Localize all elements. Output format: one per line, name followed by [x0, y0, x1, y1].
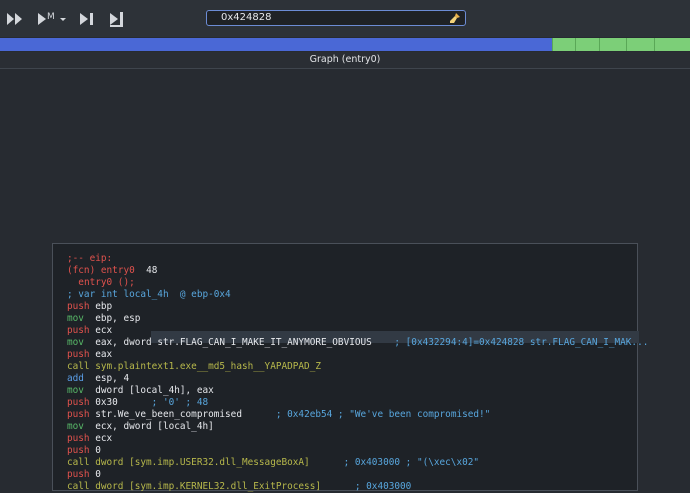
asm-comment: ; [0x432294:4]=0x424828 str.FLAG_CAN_I_M…: [371, 337, 649, 348]
asm-line[interactable]: mov dword [local_4h], eax: [67, 385, 214, 397]
asm-operands: ecx: [89, 433, 113, 444]
asm-line[interactable]: push ebp: [67, 301, 112, 313]
asm-comment: ; 0x403000 ; "(\xec\x02": [309, 457, 480, 468]
step-into-icon[interactable]: M: [37, 9, 67, 29]
asm-mnemonic: mov: [67, 337, 90, 348]
asm-line[interactable]: push ecx: [67, 325, 112, 337]
asm-mnemonic: push: [67, 301, 90, 312]
asm-highlight-operand[interactable]: str.FLAG_CAN_I_MAKE_IT_ANYMORE_OBVIOUS: [152, 337, 371, 348]
asm-mnemonic: add: [67, 373, 90, 384]
nav-segment[interactable]: [575, 38, 599, 51]
nav-segment[interactable]: [654, 38, 690, 51]
asm-line[interactable]: push 0: [67, 469, 101, 481]
asm-operands: 0x30: [89, 397, 118, 408]
step-out-icon[interactable]: [109, 9, 125, 29]
asm-operands: dword [sym.imp.USER32.dll_MessageBoxA]: [89, 457, 310, 468]
asm-line[interactable]: push 0: [67, 445, 101, 457]
asm-mnemonic: mov: [67, 313, 90, 324]
step-superscript: M: [47, 12, 55, 22]
asm-mnemonic: push: [67, 397, 90, 408]
asm-mnemonic: mov: [67, 421, 90, 432]
asm-operands: sym.plaintext1.exe__md5_hash__YAPADPAD_Z: [89, 361, 321, 372]
fcn-header: (fcn) entry0 48: [67, 265, 158, 276]
asm-mnemonic: push: [67, 349, 90, 360]
step-over-icon[interactable]: [79, 9, 95, 29]
graph-canvas[interactable]: ;-- eip: (fcn) entry0 48 entry0 (); ; va…: [0, 69, 690, 492]
asm-line[interactable]: mov ecx, dword [local_4h]: [67, 421, 214, 433]
asm-line[interactable]: mov ebp, esp: [67, 313, 140, 325]
address-input[interactable]: [221, 11, 446, 25]
asm-line[interactable]: mov eax, dword str.FLAG_CAN_I_MAKE_IT_AN…: [67, 337, 648, 349]
nav-segment[interactable]: [552, 38, 575, 51]
asm-mnemonic: call: [67, 361, 90, 372]
nav-segment[interactable]: [599, 38, 626, 51]
var-comment: ; var int local_4h @ ebp-0x4: [67, 289, 231, 300]
asm-mnemonic: push: [67, 433, 90, 444]
asm-line[interactable]: call dword [sym.imp.USER32.dll_MessageBo…: [67, 457, 479, 469]
asm-operands: eax: [89, 349, 113, 360]
nav-segment[interactable]: [626, 38, 654, 51]
toolbar: M: [0, 0, 690, 37]
asm-mnemonic: push: [67, 409, 90, 420]
graph-title: Graph (entry0): [0, 52, 690, 69]
asm-operands: 0: [89, 445, 101, 456]
asm-operands: str.We_ve_been_compromised: [89, 409, 242, 420]
asm-line[interactable]: call dword [sym.imp.KERNEL32.dll_ExitPro…: [67, 481, 411, 493]
asm-operands: 0: [89, 469, 101, 480]
asm-mnemonic: call: [67, 481, 90, 492]
asm-mnemonic: push: [67, 445, 90, 456]
asm-comment: ; '0' ; 48: [117, 397, 209, 408]
asm-operands: ecx, dword [local_4h]: [89, 421, 214, 432]
asm-line[interactable]: call sym.plaintext1.exe__md5_hash__YAPAD…: [67, 361, 321, 373]
asm-mnemonic: call: [67, 457, 90, 468]
asm-mnemonic: push: [67, 325, 90, 336]
asm-comment: ; 0x403000: [321, 481, 412, 492]
asm-line[interactable]: push eax: [67, 349, 112, 361]
asm-comment: ; 0x42eb54 ; "We've been compromised!": [241, 409, 491, 420]
fcn-signature: entry0 ();: [78, 277, 135, 288]
asm-line[interactable]: add esp, 4: [67, 373, 129, 385]
asm-mnemonic: mov: [67, 385, 90, 396]
asm-operands: dword [sym.imp.KERNEL32.dll_ExitProcess]: [89, 481, 321, 492]
asm-line[interactable]: push 0x30 ; '0' ; 48: [67, 397, 208, 409]
asm-operands: esp, 4: [89, 373, 130, 384]
asm-line[interactable]: push ecx: [67, 433, 112, 445]
asm-operands: ebp: [89, 301, 113, 312]
asm-operands: eax, dword: [89, 337, 152, 348]
asm-mnemonic: push: [67, 469, 90, 480]
continue-icon[interactable]: [6, 9, 24, 29]
asm-operands: ebp, esp: [89, 313, 141, 324]
progress-blue: [0, 38, 552, 51]
asm-operands: ecx: [89, 325, 113, 336]
graph-node[interactable]: ;-- eip: (fcn) entry0 48 entry0 (); ; va…: [52, 243, 648, 493]
clear-broom-icon[interactable]: [449, 12, 461, 24]
asm-line[interactable]: push str.We_ve_been_compromised ; 0x42eb…: [67, 409, 490, 421]
address-field[interactable]: [206, 10, 466, 26]
asm-operands: dword [local_4h], eax: [89, 385, 214, 396]
navigation-bar[interactable]: [0, 38, 690, 51]
eip-label: ;-- eip:: [67, 253, 113, 264]
